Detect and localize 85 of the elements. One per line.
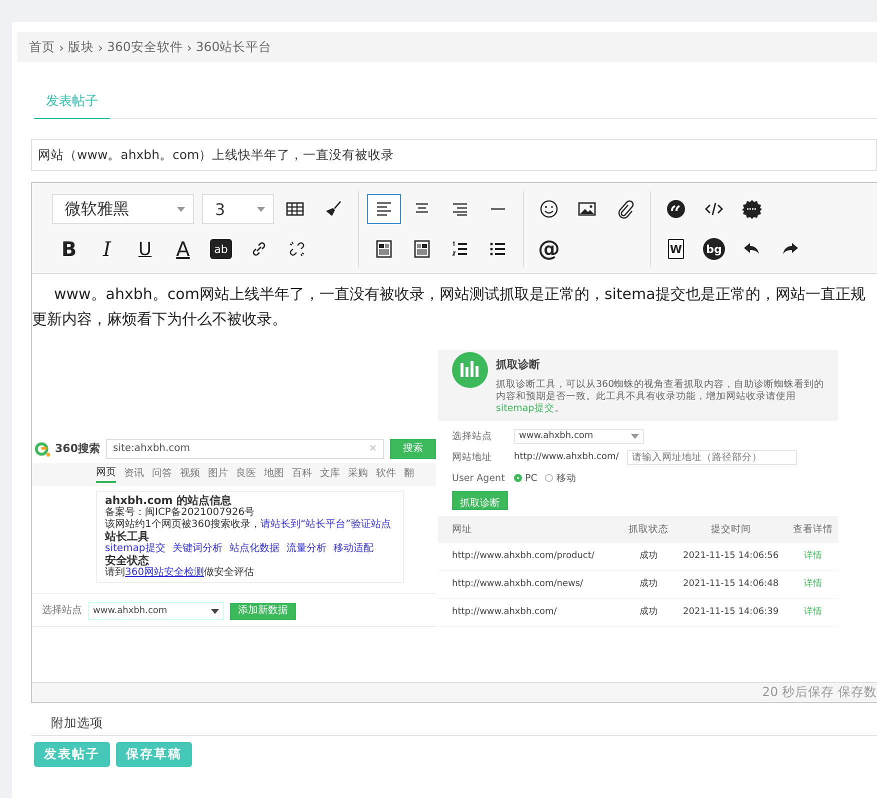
bar-chart-icon [452, 352, 488, 388]
detail-link[interactable]: 详情 [804, 579, 822, 589]
breadcrumb-link[interactable]: 360安全软件 [107, 38, 183, 56]
search-field[interactable]: site:ahxbh.com × [106, 439, 384, 459]
tools-heading: 站长工具 [105, 531, 150, 543]
underline-button[interactable]: U [128, 234, 162, 264]
font-color-button[interactable]: A [166, 234, 200, 264]
search-tab[interactable]: 翻 [404, 467, 414, 483]
time-cell: 2021-11-15 14:06:48 [673, 570, 788, 598]
tool-link[interactable]: 站点化数据 [229, 543, 280, 555]
status-cell: 成功 [624, 570, 674, 598]
breadcrumb-separator: › [59, 40, 64, 54]
detail-link[interactable]: 详情 [804, 551, 822, 561]
highlight-button[interactable]: ab [210, 239, 232, 259]
site-info-title: ahxbh.com 的站点信息 [105, 495, 233, 507]
seal-badge-icon [742, 199, 762, 219]
status-cell: 成功 [624, 543, 674, 570]
url-input-field[interactable]: 请输入网址地址（路径部分） [626, 450, 797, 464]
security-text: 请到360网站安全检测做安全评估 [105, 567, 256, 579]
breadcrumb-separator: › [98, 40, 103, 54]
tool-link[interactable]: 移动适配 [333, 543, 374, 555]
word-import-button[interactable]: W [668, 239, 684, 259]
url-prefix: http://www.ahxbh.com/ [514, 450, 619, 464]
field-label: User Agent [452, 472, 506, 486]
site-label: 选择站点 [42, 605, 82, 617]
url-cell: http://www.ahxbh.com/product/ [438, 543, 624, 570]
search-logo: 360搜索 [55, 443, 100, 455]
search-tab[interactable]: 网页 [96, 467, 116, 483]
column-header: 查看详情 [788, 516, 838, 543]
bold-button[interactable]: B [52, 234, 86, 264]
column-header: 抓取状态 [624, 516, 674, 543]
site-dropdown[interactable]: www.ahxbh.com [514, 428, 644, 444]
search-tab[interactable]: 百科 [292, 467, 312, 483]
indexed-text: 该网站约1个网页被360搜索收录，请站长到“站长平台”验证站点 [105, 519, 392, 530]
search-tab[interactable]: 软件 [376, 467, 396, 483]
url-cell: http://www.ahxbh.com/ [438, 598, 624, 626]
verify-link[interactable]: 请站长到“站长平台”验证站点 [260, 519, 391, 530]
field-label: 选择站点 [452, 430, 493, 444]
tool-description: 抓取诊断工具，可以从360蜘蛛的视角查看抓取内容，自助诊断蜘蛛看到的内容和预期是否一致。此工具不具有收录功能，增加网站收录请使用 sitemap提交。 [496, 379, 826, 415]
font-size-select[interactable]: 3 [202, 194, 274, 224]
search-tab[interactable]: 资讯 [124, 467, 144, 483]
breadcrumb-link[interactable]: 360站长平台 [196, 38, 272, 56]
security-heading: 安全状态 [105, 555, 150, 567]
background-button[interactable]: bg [703, 238, 725, 260]
mention-button[interactable]: @ [532, 234, 566, 264]
time-cell: 2021-11-15 14:06:39 [673, 598, 788, 626]
quote-icon [666, 199, 686, 219]
tool-title: 抓取诊断 [496, 357, 541, 373]
breadcrumb-link[interactable]: 版块 [68, 38, 94, 56]
search-tab[interactable]: 问答 [152, 467, 172, 483]
search-tab[interactable]: 采购 [348, 467, 368, 483]
subject-field[interactable]: 网站（www。ahxbh。com）上线快半年了，一直没有被收录 [31, 139, 877, 171]
field-label: 网站地址 [452, 450, 493, 464]
breadcrumb-separator: › [186, 40, 192, 54]
smiley-icon [539, 199, 559, 219]
url-cell: http://www.ahxbh.com/news/ [438, 570, 624, 598]
italic-button[interactable]: I [90, 234, 124, 264]
search-tab[interactable]: 地图 [264, 467, 284, 483]
user-agent-radio[interactable]: PC [514, 466, 538, 490]
security-check-link[interactable]: 360网站安全检测 [125, 567, 204, 578]
search-tab[interactable]: 文库 [320, 467, 340, 483]
search-tab[interactable]: 图片 [208, 467, 228, 483]
align-left-button[interactable] [367, 194, 401, 224]
font-select[interactable]: 微软雅黑 [52, 194, 194, 224]
text-image-icon [412, 239, 432, 259]
tool-link[interactable]: sitemap提交 [105, 543, 166, 555]
image-text-icon [374, 239, 394, 259]
search-tab[interactable]: 视频 [180, 467, 200, 483]
site-dropdown[interactable]: www.ahxbh.com [88, 602, 224, 620]
post-body-text: www。ahxbh。com网站上线半年了，一直没有被收录，网站测试抓取是正常的，sitema提交也是正常的，网站一直正规更新内容，麻烦看下为什么不被收录。 [32, 284, 866, 330]
time-cell: 2021-11-15 14:06:56 [673, 543, 788, 570]
status-cell: 成功 [624, 598, 674, 626]
breadcrumb-link[interactable]: 首页 [29, 38, 55, 56]
column-header: 网址 [438, 516, 624, 543]
search-tab[interactable]: 良医 [236, 467, 256, 483]
horizontal-line-icon [491, 208, 505, 210]
broken-link-icon [287, 239, 307, 259]
column-header: 提交时间 [673, 516, 788, 543]
icp-text: 备案号：闽ICP备2021007926号 [105, 507, 256, 518]
detail-link[interactable]: 详情 [804, 607, 822, 617]
user-agent-radio[interactable]: 移动 [545, 466, 576, 490]
tool-link[interactable]: 流量分析 [286, 543, 326, 555]
tool-link[interactable]: 关键词分析 [172, 543, 222, 555]
extra-options-label[interactable]: 附加选项 [31, 715, 877, 736]
autosave-status: 20 秒后保存 保存数 [32, 682, 877, 702]
